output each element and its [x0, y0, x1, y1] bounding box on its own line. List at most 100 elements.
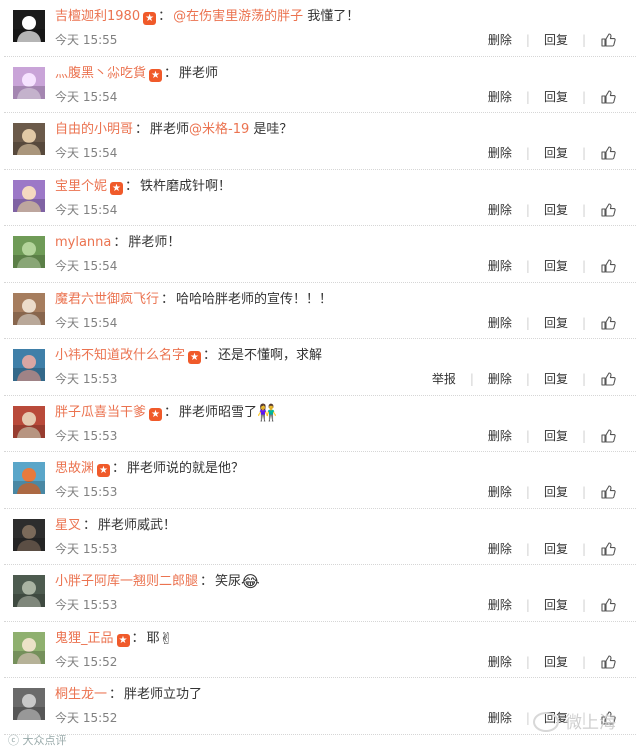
separator: |: [581, 146, 586, 160]
delete-button[interactable]: 删除: [488, 201, 512, 219]
comment-actions: 删除 | 回复 |: [488, 144, 616, 162]
reply-button[interactable]: 回复: [544, 144, 568, 162]
comment-item: mylanna：胖老师！ 今天 15:54 删除 | 回复 |: [4, 226, 636, 283]
like-icon[interactable]: [600, 315, 616, 331]
username-link[interactable]: 星叉: [55, 518, 81, 533]
avatar[interactable]: [13, 123, 45, 155]
like-icon[interactable]: [600, 202, 616, 218]
comment-time: 今天 15:54: [55, 259, 118, 273]
reply-button[interactable]: 回复: [544, 540, 568, 558]
reply-button[interactable]: 回复: [544, 257, 568, 275]
like-icon[interactable]: [600, 654, 616, 670]
username-link[interactable]: 小祎不知道改什么名字: [55, 348, 185, 363]
delete-button[interactable]: 删除: [488, 709, 512, 727]
username-link[interactable]: 自由的小明哥: [55, 122, 133, 137]
colon-separator: ：: [83, 517, 97, 533]
comment-text: 胖老师！: [128, 235, 181, 250]
comment-item: 鬼狸_正品 ★：耶✌ 今天 15:52 删除 | 回复 |: [4, 622, 636, 678]
avatar[interactable]: [13, 462, 45, 494]
verified-star-icon: ★: [97, 464, 111, 477]
reply-button[interactable]: 回复: [544, 31, 568, 49]
delete-button[interactable]: 删除: [488, 540, 512, 558]
like-icon[interactable]: [600, 145, 616, 161]
avatar[interactable]: [13, 179, 45, 212]
reply-button[interactable]: 回复: [544, 201, 568, 219]
reply-button[interactable]: 回复: [544, 370, 568, 388]
colon-separator: ：: [131, 630, 145, 646]
delete-button[interactable]: 删除: [488, 314, 512, 332]
reply-button[interactable]: 回复: [544, 596, 568, 614]
username-link[interactable]: 宝里个妮: [55, 179, 107, 194]
comment-text: 胖老师说的就是他？: [127, 461, 245, 476]
comment-text: 铁杵磨成针啊！: [140, 178, 232, 194]
separator: |: [581, 315, 586, 330]
emoji-icon: 👫: [257, 402, 277, 422]
avatar[interactable]: [13, 349, 45, 381]
like-icon[interactable]: [600, 484, 616, 500]
delete-button[interactable]: 删除: [488, 144, 512, 162]
mention-link[interactable]: @在伤害里游荡的胖子: [173, 9, 303, 24]
delete-button[interactable]: 删除: [488, 483, 512, 501]
comment-time: 今天 15:53: [55, 541, 118, 556]
avatar[interactable]: [13, 236, 45, 268]
comment-text: 胖老师: [150, 122, 190, 137]
separator: |: [525, 485, 530, 499]
delete-button[interactable]: 删除: [488, 88, 512, 106]
separator: |: [581, 89, 586, 104]
separator: |: [525, 202, 530, 217]
avatar[interactable]: [13, 10, 45, 42]
delete-button[interactable]: 删除: [488, 427, 512, 445]
like-icon[interactable]: [600, 89, 616, 105]
watermark-right: 微上海: [533, 712, 616, 733]
avatar[interactable]: [13, 292, 45, 325]
separator: |: [469, 372, 474, 386]
reply-button[interactable]: 回复: [544, 88, 568, 106]
delete-button[interactable]: 删除: [488, 653, 512, 671]
separator: |: [581, 541, 586, 556]
comment-text: 耶: [146, 630, 160, 646]
avatar[interactable]: [13, 575, 45, 607]
comment-actions: 删除 | 回复 |: [488, 314, 616, 332]
separator: |: [525, 711, 530, 725]
avatar[interactable]: [13, 405, 45, 438]
reply-button[interactable]: 回复: [544, 653, 568, 671]
like-icon[interactable]: [600, 597, 616, 613]
like-icon[interactable]: [600, 258, 616, 274]
separator: |: [581, 598, 586, 612]
username-link[interactable]: mylanna: [55, 235, 111, 250]
like-icon[interactable]: [600, 32, 616, 48]
username-link[interactable]: 魔君六世御疯飞行: [55, 292, 159, 307]
comment-time: 今天 15:53: [55, 428, 118, 443]
delete-button[interactable]: 删除: [488, 31, 512, 49]
reply-button[interactable]: 回复: [544, 483, 568, 501]
mention-link[interactable]: @米格-19: [189, 122, 249, 137]
reply-button[interactable]: 回复: [544, 427, 568, 445]
comment-actions: 删除 | 回复 |: [488, 483, 616, 501]
username-link[interactable]: 鬼狸_正品: [55, 631, 114, 646]
avatar[interactable]: [13, 688, 45, 720]
username-link[interactable]: 灬腹黑丶尛吃貨: [55, 66, 146, 81]
colon-separator: ：: [112, 461, 126, 476]
username-link[interactable]: 小胖子阿库一翘则二郎腿: [55, 574, 198, 589]
comment-item: 小胖子阿库一翘则二郎腿：笑尿😂 今天 15:53 删除 | 回复 |: [4, 565, 636, 622]
watermark-right-text: 微上海: [565, 713, 616, 733]
username-link[interactable]: 思故渊: [55, 461, 94, 476]
like-icon[interactable]: [600, 541, 616, 557]
separator: |: [581, 428, 586, 443]
separator: |: [525, 33, 530, 47]
username-link[interactable]: 吉檀迦利1980: [55, 9, 140, 24]
like-icon[interactable]: [600, 371, 616, 387]
username-link[interactable]: 胖子瓜喜当干爹: [55, 405, 146, 420]
reply-button[interactable]: 回复: [544, 314, 568, 332]
delete-button[interactable]: 删除: [488, 257, 512, 275]
avatar[interactable]: [13, 66, 45, 99]
avatar[interactable]: [13, 631, 45, 664]
delete-button[interactable]: 删除: [488, 370, 512, 388]
like-icon[interactable]: [600, 428, 616, 444]
avatar[interactable]: [13, 518, 45, 551]
colon-separator: ：: [125, 178, 139, 194]
username-link[interactable]: 桐生龙一: [55, 687, 107, 702]
colon-separator: ：: [113, 235, 127, 250]
report-button[interactable]: 举报: [432, 370, 456, 388]
delete-button[interactable]: 删除: [488, 596, 512, 614]
